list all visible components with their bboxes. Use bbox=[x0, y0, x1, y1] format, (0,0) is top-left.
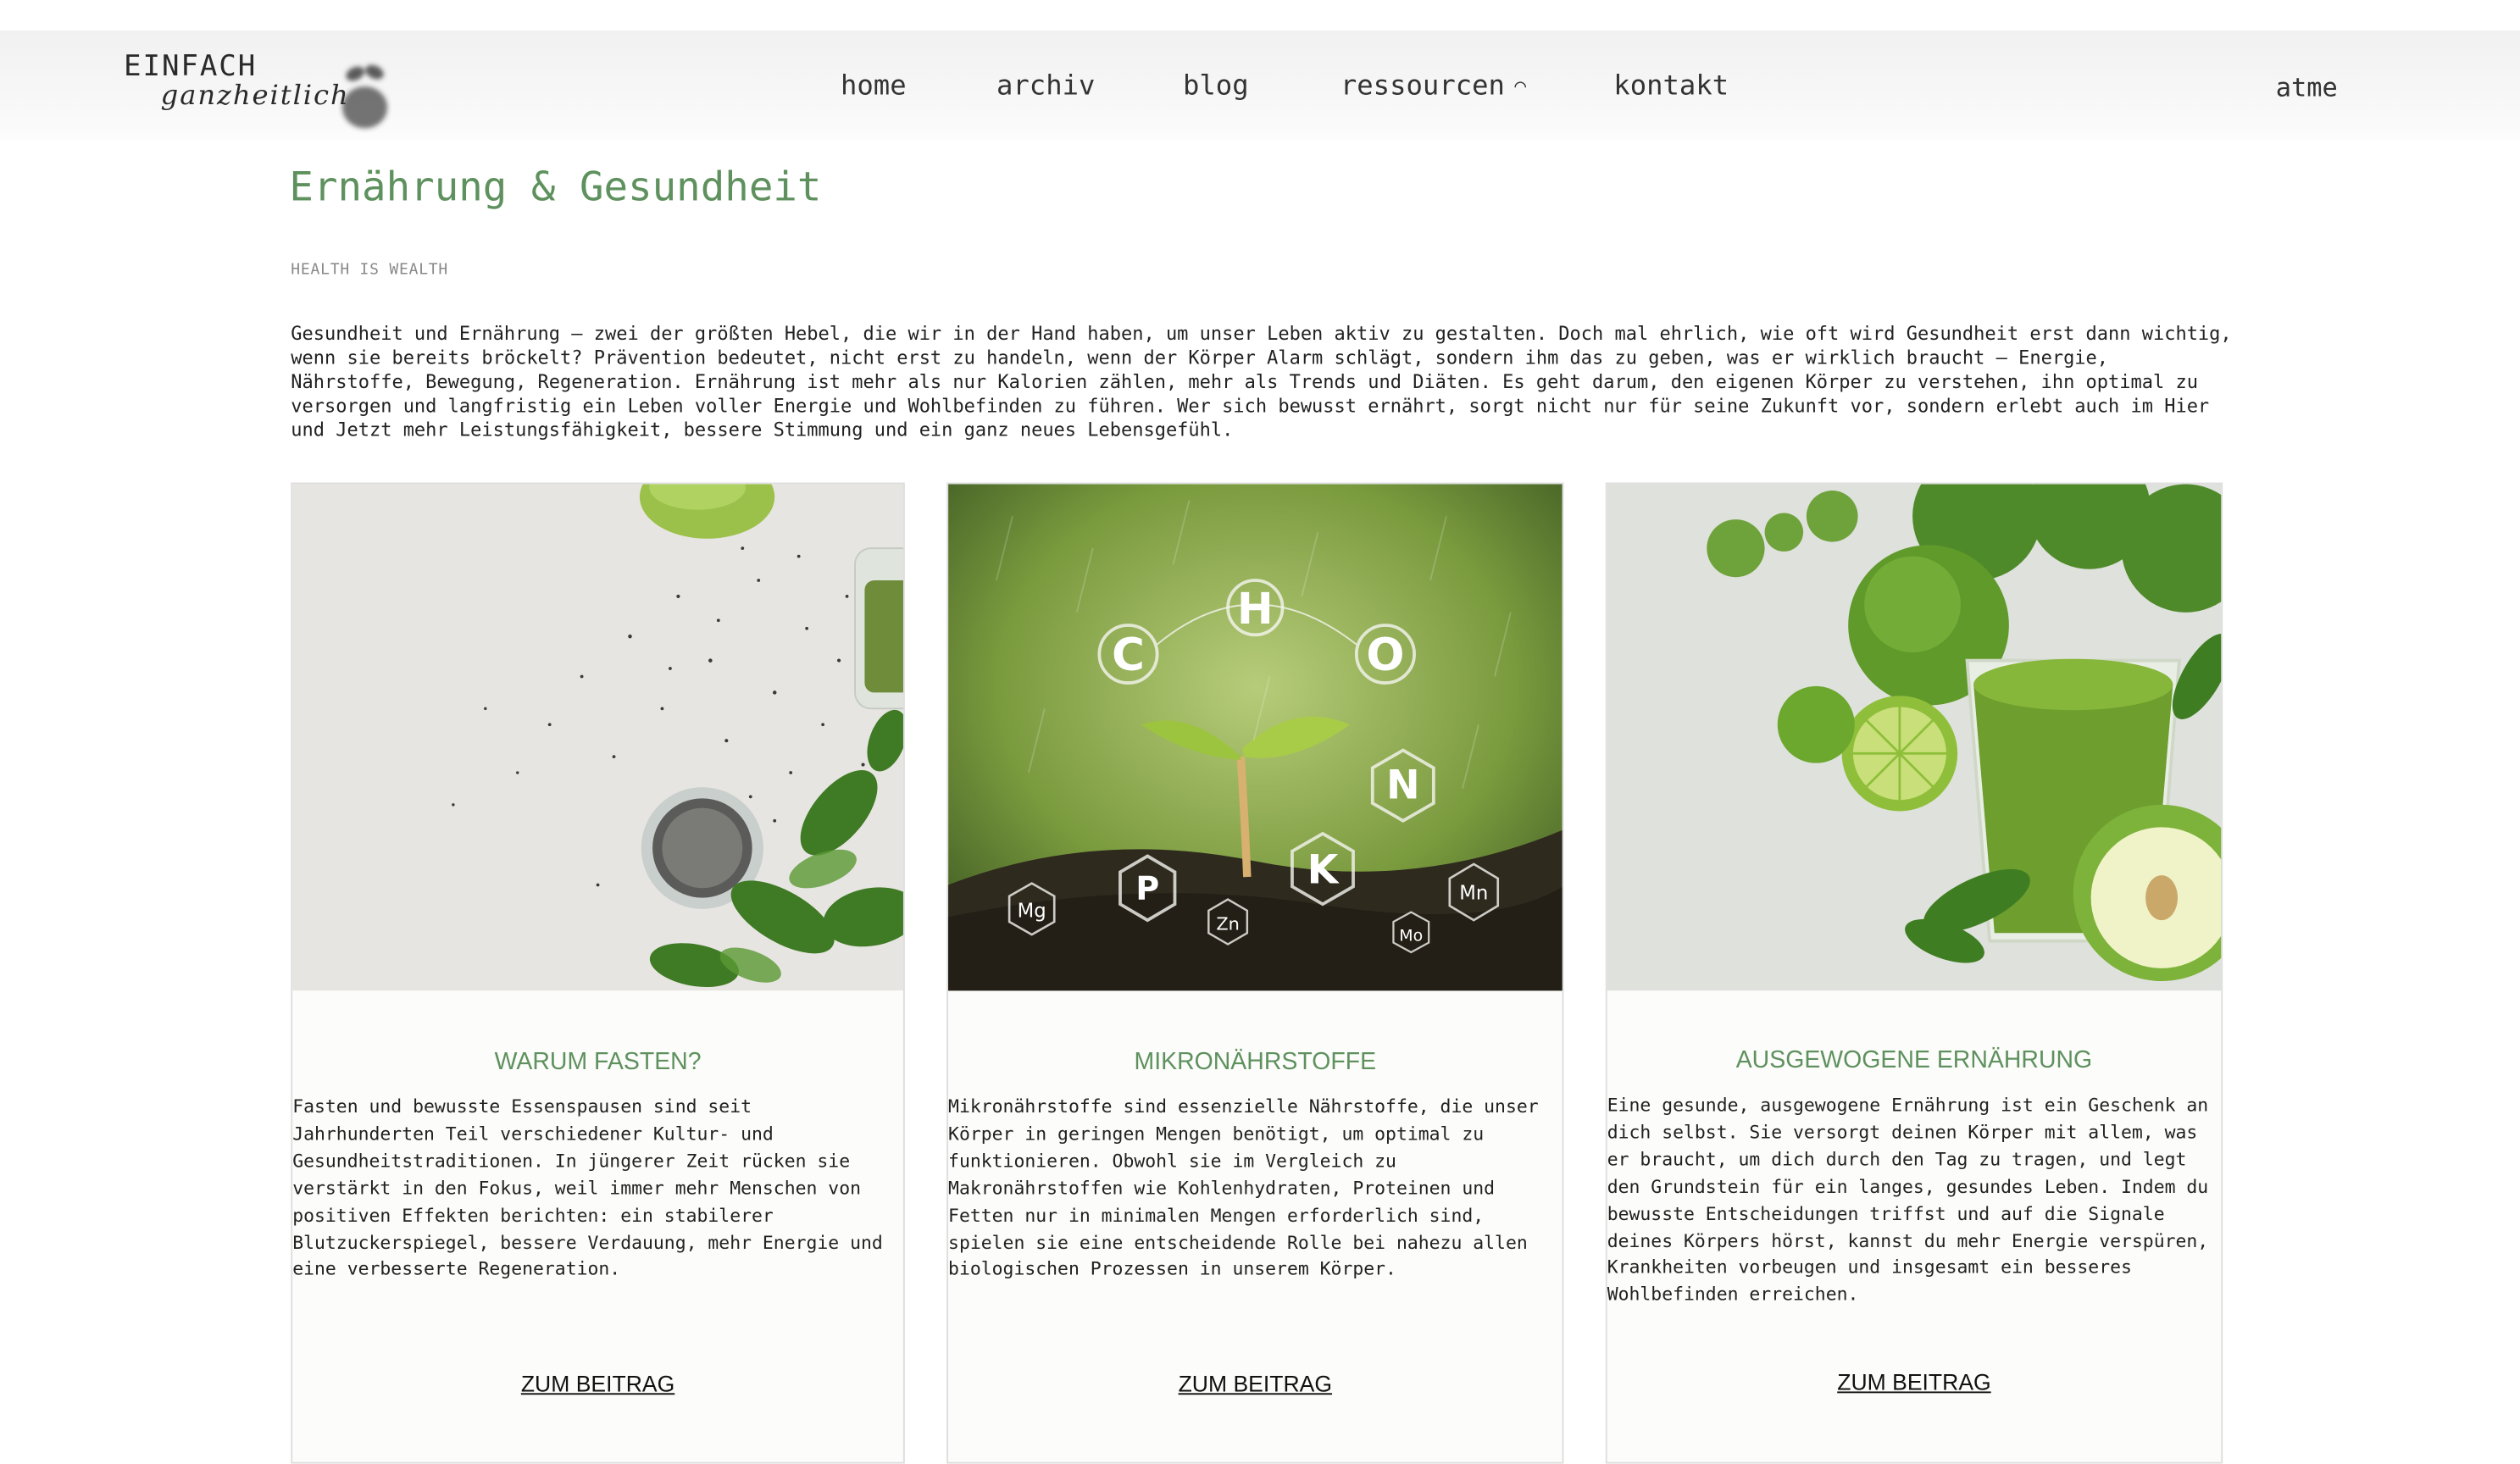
card-link-mikronaehrstoffe[interactable]: ZUM BEITRAG bbox=[948, 1371, 1563, 1396]
card-title-ernaehrung: AUSGEWOGENE ERNÄHRUNG bbox=[1735, 1046, 2093, 1074]
card-link-fasten[interactable]: ZUM BEITRAG bbox=[292, 1371, 903, 1396]
logo-line-1: EINFACH bbox=[124, 49, 258, 84]
symbol-mg: Mg bbox=[1018, 900, 1046, 922]
card-text-mikronaehrstoffe: Mikronährstoffe sind essenzielle Nährsto… bbox=[948, 1096, 1539, 1280]
site-header: EINFACH ganzheitlich home archiv blog re… bbox=[0, 30, 2520, 140]
symbol-k: K bbox=[1307, 847, 1340, 894]
card-text-fasten: Fasten und bewusste Essenspausen sind se… bbox=[292, 1096, 883, 1280]
symbol-h: H bbox=[1237, 585, 1274, 635]
nav-home[interactable]: home bbox=[841, 70, 907, 103]
article-card-ernaehrung: AUSGEWOGENE ERNÄHRUNG Eine gesunde, ausg… bbox=[1605, 482, 2223, 1464]
page-title: Ernährung & Gesundheit bbox=[289, 164, 822, 210]
card-title-mikronaehrstoffe: MIKRONÄHRSTOFFE bbox=[1134, 1048, 1377, 1076]
chevron-up-icon: ⌒ bbox=[1514, 74, 1527, 97]
nav-kontakt[interactable]: kontakt bbox=[1613, 70, 1729, 103]
article-card-fasten: WARUM FASTEN? Fasten und bewusste Essens… bbox=[291, 482, 905, 1464]
site-logo[interactable]: EINFACH ganzheitlich bbox=[122, 50, 395, 143]
intro-text: Gesundheit und Ernährung – zwei der größ… bbox=[291, 322, 2232, 441]
nav-ressourcen[interactable]: ressourcen ⌒ bbox=[1340, 70, 1526, 103]
page: EINFACH ganzheitlich home archiv blog re… bbox=[0, 0, 2520, 1464]
symbol-c: C bbox=[1112, 629, 1145, 681]
nav-archiv[interactable]: archiv bbox=[996, 70, 1095, 103]
symbol-o: O bbox=[1366, 629, 1404, 681]
card-image-mikronaehrstoffe[interactable]: C H O N K P Mg Zn Mn Mo bbox=[948, 484, 1563, 991]
card-link-ernaehrung[interactable]: ZUM BEITRAG bbox=[1607, 1369, 2222, 1395]
atme-link[interactable]: atme bbox=[2276, 72, 2338, 103]
card-text-ernaehrung: Eine gesunde, ausgewogene Ernährung ist … bbox=[1607, 1095, 2209, 1306]
nav-ressourcen-label: ressourcen bbox=[1340, 70, 1505, 103]
leaf-logo-icon bbox=[341, 64, 388, 129]
green-smoothie-image bbox=[1607, 484, 2222, 991]
symbol-zn: Zn bbox=[1216, 913, 1240, 934]
chia-spinach-image bbox=[292, 484, 903, 991]
symbol-n: N bbox=[1386, 762, 1420, 808]
logo-line-2: ganzheitlich bbox=[160, 80, 350, 113]
article-card-mikronaehrstoffe: C H O N K P Mg Zn Mn Mo MIKRONÄHRSTOFFE … bbox=[946, 482, 1564, 1464]
card-image-ernaehrung[interactable] bbox=[1607, 484, 2222, 991]
sprout-elements-image: C H O N K P Mg Zn Mn Mo bbox=[948, 484, 1563, 991]
card-title-fasten: WARUM FASTEN? bbox=[494, 1048, 702, 1076]
symbol-p: P bbox=[1135, 870, 1159, 907]
symbol-mn: Mn bbox=[1459, 883, 1488, 905]
nav-blog[interactable]: blog bbox=[1183, 70, 1249, 103]
page-kicker: HEALTH IS WEALTH bbox=[291, 261, 449, 280]
symbol-mo: Mo bbox=[1399, 927, 1423, 946]
card-image-fasten[interactable] bbox=[292, 484, 903, 991]
